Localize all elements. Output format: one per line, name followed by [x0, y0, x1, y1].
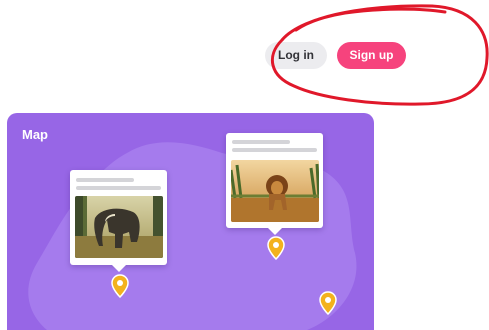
- lion-card[interactable]: [226, 133, 323, 235]
- text-placeholder-line: [76, 186, 161, 190]
- location-pin-icon[interactable]: [111, 274, 129, 298]
- map-card[interactable]: Map: [7, 113, 374, 330]
- lion-photo: [231, 160, 319, 222]
- card-pointer: [111, 265, 126, 272]
- text-placeholder-line: [76, 178, 134, 182]
- login-button[interactable]: Log in: [265, 42, 327, 69]
- text-placeholder-line: [232, 140, 290, 144]
- card-pointer: [267, 228, 282, 235]
- location-pin-icon[interactable]: [319, 291, 337, 315]
- elephant-card[interactable]: [70, 170, 167, 272]
- text-placeholder-line: [232, 148, 317, 152]
- location-pin-icon[interactable]: [267, 236, 285, 260]
- elephant-photo: [75, 196, 163, 258]
- signup-button[interactable]: Sign up: [337, 42, 406, 69]
- map-title: Map: [22, 127, 48, 142]
